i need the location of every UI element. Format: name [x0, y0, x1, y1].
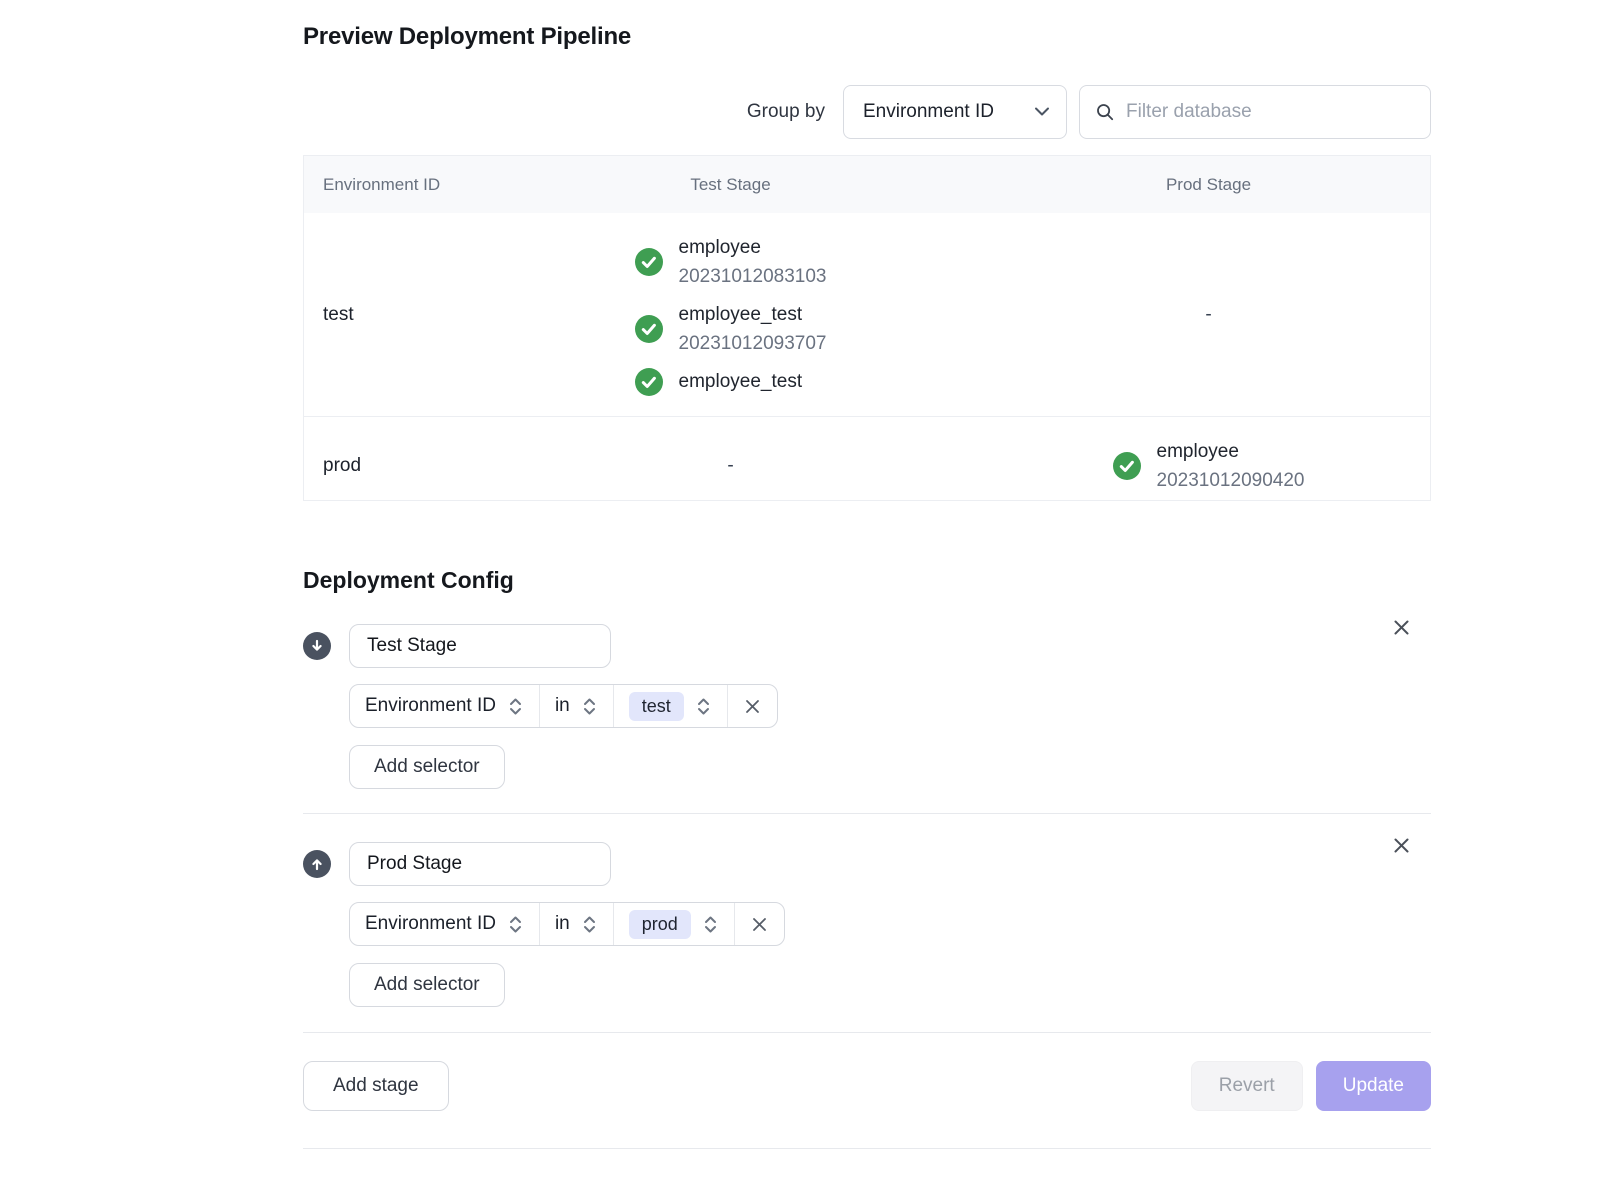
filter-database-input[interactable]	[1126, 101, 1415, 123]
spinner-chevrons-icon	[581, 696, 598, 717]
arrow-up-circle-icon	[303, 850, 331, 878]
add-selector-button[interactable]: Add selector	[349, 745, 505, 789]
bottom-divider	[303, 1148, 1431, 1149]
chevron-down-icon	[1034, 107, 1050, 117]
label-selector: Environment ID in prod	[349, 902, 785, 946]
environment-cell: test	[304, 304, 474, 326]
table-row: prod - employee 20231012090420	[304, 416, 1430, 500]
filter-database-box	[1079, 85, 1431, 139]
selector-value-select[interactable]: prod	[613, 903, 734, 945]
deployment-config-title: Deployment Config	[303, 567, 1431, 594]
stage-name-input[interactable]	[349, 624, 611, 668]
add-selector-button[interactable]: Add selector	[349, 963, 505, 1007]
pipeline-toolbar: Group by Environment ID	[303, 85, 1431, 139]
prod-stage-cell: employee 20231012090420	[987, 417, 1430, 515]
success-check-icon	[1113, 452, 1141, 480]
remove-selector-button[interactable]	[734, 903, 784, 945]
selector-key-select[interactable]: Environment ID	[350, 685, 539, 727]
column-header-test-stage: Test Stage	[474, 175, 987, 195]
remove-stage-button[interactable]	[1390, 616, 1413, 639]
stage-block-test: Environment ID in test	[303, 594, 1431, 813]
close-icon	[1392, 843, 1411, 858]
group-by-select[interactable]: Environment ID	[843, 85, 1067, 139]
database-item: employee 20231012090420	[1113, 437, 1305, 495]
database-list: employee 20231012090420	[1113, 417, 1305, 515]
stage-block-prod: Environment ID in prod	[303, 813, 1431, 1031]
selector-value-tag: test	[629, 692, 684, 721]
config-footer: Add stage Revert Update	[303, 1032, 1431, 1111]
spinner-chevrons-icon	[695, 696, 712, 717]
close-icon	[1392, 625, 1411, 640]
selector-value-select[interactable]: test	[613, 685, 727, 727]
schema-version: 20231012093707	[679, 329, 827, 358]
pipeline-preview-table: Environment ID Test Stage Prod Stage tes…	[303, 155, 1431, 501]
environment-cell: prod	[304, 455, 474, 477]
table-header-row: Environment ID Test Stage Prod Stage	[304, 156, 1430, 213]
arrow-down-circle-icon	[303, 632, 331, 660]
selector-operator-select[interactable]: in	[539, 685, 613, 727]
selector-operator-select[interactable]: in	[539, 903, 613, 945]
remove-selector-button[interactable]	[727, 685, 777, 727]
close-icon	[751, 916, 768, 933]
main-content: Preview Deployment Pipeline Group by Env…	[303, 0, 1431, 1149]
selector-key-select[interactable]: Environment ID	[350, 903, 539, 945]
spinner-chevrons-icon	[507, 696, 524, 717]
selector-key: Environment ID	[365, 695, 496, 717]
schema-version: 20231012083103	[679, 262, 827, 291]
group-by-selected-value: Environment ID	[863, 101, 994, 123]
spinner-chevrons-icon	[507, 914, 524, 935]
label-selector: Environment ID in test	[349, 684, 778, 728]
prod-stage-cell: -	[987, 304, 1430, 326]
column-header-prod-stage: Prod Stage	[987, 175, 1430, 195]
success-check-icon	[635, 315, 663, 343]
spinner-chevrons-icon	[702, 914, 719, 935]
schema-version: 20231012090420	[1157, 466, 1305, 495]
group-by-label: Group by	[747, 101, 825, 123]
database-item: employee 20231012083103	[635, 233, 827, 291]
stage-name-input[interactable]	[349, 842, 611, 886]
success-check-icon	[635, 248, 663, 276]
database-item: employee_test 20231012093707	[635, 300, 827, 358]
search-icon	[1095, 102, 1115, 122]
success-check-icon	[635, 368, 663, 396]
page-title: Preview Deployment Pipeline	[303, 23, 1431, 51]
test-stage-cell: employee 20231012083103 employee_test 20…	[474, 213, 987, 416]
database-item: employee_test	[635, 367, 827, 396]
add-stage-button[interactable]: Add stage	[303, 1061, 449, 1111]
database-name: employee_test	[679, 367, 803, 396]
close-icon	[744, 698, 761, 715]
test-stage-cell: -	[474, 455, 987, 477]
spinner-chevrons-icon	[581, 914, 598, 935]
selector-value-tag: prod	[629, 910, 691, 939]
database-list: employee 20231012083103 employee_test 20…	[635, 213, 827, 416]
selector-operator: in	[555, 913, 570, 935]
selector-operator: in	[555, 695, 570, 717]
revert-button[interactable]: Revert	[1191, 1061, 1303, 1111]
remove-stage-button[interactable]	[1390, 834, 1413, 857]
selector-key: Environment ID	[365, 913, 496, 935]
database-name: employee	[679, 233, 827, 262]
column-header-environment-id: Environment ID	[304, 175, 474, 195]
database-name: employee	[1157, 437, 1305, 466]
table-row: test employee 20231012083103	[304, 213, 1430, 416]
database-name: employee_test	[679, 300, 827, 329]
update-button[interactable]: Update	[1316, 1061, 1431, 1111]
